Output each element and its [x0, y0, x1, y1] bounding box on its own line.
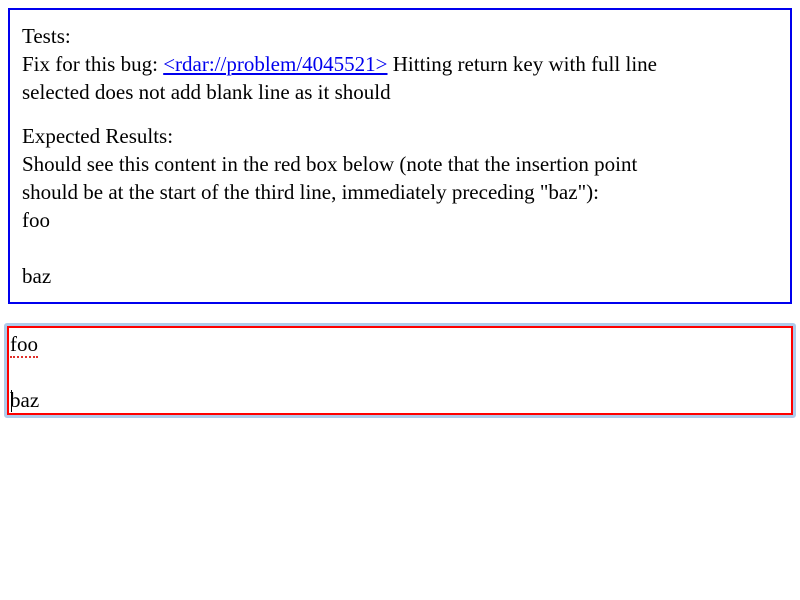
fix-prefix: Fix for this bug: — [22, 52, 164, 76]
expected-heading: Expected Results: — [22, 124, 174, 148]
sample-line-baz: baz — [22, 264, 52, 288]
expected-line-1: Should see this content in the red box b… — [22, 152, 638, 176]
editor-blank-line — [10, 358, 791, 386]
editor-line-3: baz — [10, 386, 791, 414]
fix-description-line: Fix for this bug: <rdar://problem/404552… — [22, 50, 778, 78]
insertion-caret — [11, 390, 12, 412]
fix-description-line-2: selected does not add blank line as it s… — [22, 80, 391, 104]
sample-line-foo: foo — [22, 208, 50, 232]
fix-suffix: Hitting return key with full line — [387, 52, 657, 76]
editor-line-1: foo — [10, 330, 791, 358]
bug-link[interactable]: <rdar://problem/4045521> — [163, 52, 387, 76]
misspelled-word-foo: foo — [10, 332, 38, 358]
tests-heading: Tests: — [22, 24, 71, 48]
explanation-box: Tests: Fix for this bug: <rdar://problem… — [8, 8, 792, 304]
editable-test-area[interactable]: foo baz — [7, 326, 793, 415]
expected-line-2: should be at the start of the third line… — [22, 180, 599, 204]
sample-blank-line — [22, 234, 778, 262]
editor-word-baz: baz — [10, 388, 40, 412]
